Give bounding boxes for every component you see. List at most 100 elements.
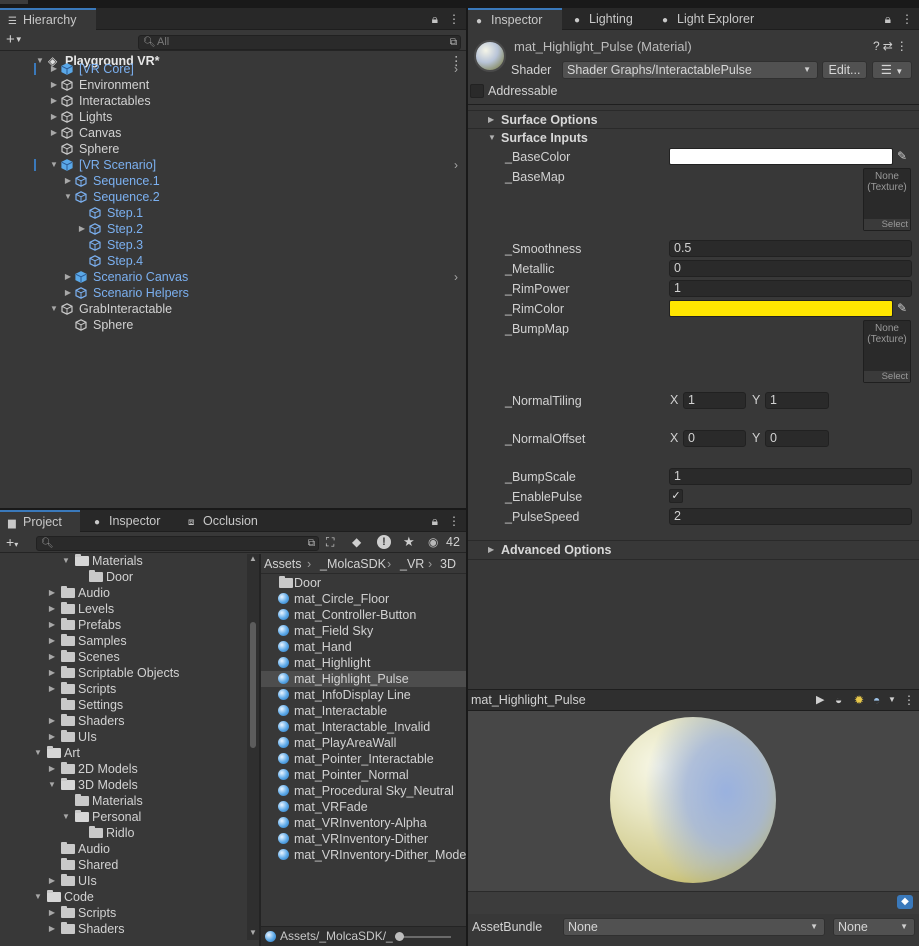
expand-arrow-icon[interactable]: ▶ [47,585,57,601]
asset-item[interactable]: mat_Highlight [261,655,466,671]
folder-tree-item[interactable]: ▼ Art [0,745,247,761]
project-search-input[interactable]: 🔍︎ ⧉ [36,536,319,551]
expand-arrow-icon[interactable]: ▶ [47,665,57,681]
edit-shader-button[interactable]: Edit... [822,61,867,79]
bump-scale-field[interactable]: 1 [669,468,912,485]
asset-item[interactable]: mat_Circle_Floor [261,591,466,607]
tab-inspector[interactable]: ● Inspector [468,8,562,30]
hierarchy-search-input[interactable]: 🔍︎ All ⧉ [138,35,461,50]
expand-arrow-icon[interactable]: ▶ [47,633,57,649]
create-add-icon[interactable]: +▼ [6,31,23,48]
expand-arrow-icon[interactable]: ▼ [61,809,71,825]
folder-tree-item[interactable]: ▼ 3D Models [0,777,247,793]
expand-arrow-icon[interactable]: ▶ [47,921,57,937]
asset-item[interactable]: mat_Pointer_Normal [261,767,466,783]
expand-arrow-icon[interactable]: ▶ [47,617,57,633]
folder-tree-item[interactable]: ▶ Prefabs [0,617,247,633]
expand-arrow-icon[interactable]: ▶ [49,125,59,141]
asset-item[interactable]: mat_Interactable_Invalid [261,719,466,735]
error-filter-icon[interactable]: ! [377,535,391,549]
expand-arrow-icon[interactable]: ▶ [77,221,87,237]
asset-folder-item[interactable]: Door [261,575,466,591]
create-add-icon[interactable]: +▾ [6,534,18,553]
expand-arrow-icon[interactable]: ▼ [33,889,43,905]
folder-tree-item[interactable]: ▶ 2D Models [0,761,247,777]
visibility-eye-icon[interactable]: ◉ [428,535,438,549]
folder-tree-item[interactable]: ▶ Shaders [0,921,247,937]
chevron-right-icon[interactable]: › [454,157,458,173]
play-icon[interactable]: ▶ [816,693,824,706]
folder-tree-item[interactable]: Materials [0,793,247,809]
normal-tiling-x-field[interactable]: 1 [683,392,746,409]
rim-power-field[interactable]: 1 [669,280,912,297]
asset-item[interactable]: mat_Pointer_Interactable [261,751,466,767]
hierarchy-item[interactable]: Sphere [0,317,466,333]
folder-tree-item[interactable]: Settings [0,697,247,713]
expand-arrow-icon[interactable]: ▶ [47,729,57,745]
folder-tree-scrollbar[interactable]: ▲ ▼ [247,554,259,940]
expand-arrow-icon[interactable]: ▼ [49,301,59,317]
asset-item[interactable]: mat_VRInventory-Alpha [261,815,466,831]
folder-tree-item[interactable]: Door [0,569,247,585]
pulse-speed-field[interactable]: 2 [669,508,912,525]
hierarchy-item[interactable]: ▶ Scenario Canvas › [0,269,466,285]
expand-arrow-icon[interactable]: ▶ [47,761,57,777]
asset-item[interactable]: mat_Controller-Button [261,607,466,623]
texture-select-button[interactable]: Select [864,219,910,230]
folder-tree-item[interactable]: Shared [0,857,247,873]
hierarchy-item[interactable]: ▶ [VR Core] › [0,61,466,77]
bump-map-texture-slot[interactable]: None (Texture) Select [863,320,911,383]
favorite-star-icon[interactable]: ★ [403,534,415,550]
asset-label-tag-icon[interactable]: ◆ [897,895,913,909]
tab-occlusion[interactable]: ⧈ Occlusion [180,510,266,532]
more-menu-icon[interactable]: ⋮ [903,693,915,707]
base-map-texture-slot[interactable]: None (Texture) Select [863,168,911,231]
addressable-checkbox[interactable] [470,84,484,98]
expand-arrow-icon[interactable]: ▶ [47,601,57,617]
asset-item[interactable]: mat_VRInventory-Dither [261,831,466,847]
material-preview-area[interactable] [468,711,919,891]
more-menu-icon[interactable]: ⋮ [448,514,460,528]
lock-icon[interactable]: 🔒︎ [432,12,438,26]
preview-header[interactable]: mat_Highlight_Pulse ▶ ◒ ✹ ◓ ▼ ⋮ [468,689,919,711]
folder-tree-item[interactable]: ▶ Scripts [0,905,247,921]
hierarchy-item[interactable]: Sphere [0,141,466,157]
scrollbar-thumb[interactable] [250,622,256,748]
expand-arrow-icon[interactable]: ▶ [63,285,73,301]
scroll-down-arrow-icon[interactable]: ▼ [249,928,257,937]
expand-arrow-icon[interactable]: ▼ [63,189,73,205]
breadcrumb-item[interactable]: Assets [264,557,302,571]
asset-item[interactable]: mat_Interactable [261,703,466,719]
hierarchy-item[interactable]: Step.1 [0,205,466,221]
normal-tiling-y-field[interactable]: 1 [765,392,829,409]
search-by-type-icon[interactable]: ⛶ [326,535,334,550]
base-color-swatch[interactable] [669,148,893,165]
expand-arrow-icon[interactable]: ▶ [47,713,57,729]
texture-select-button[interactable]: Select [864,371,910,382]
preview-light-icon[interactable]: ✹ [854,693,864,707]
asset-item[interactable]: mat_Field Sky [261,623,466,639]
folder-tree-item[interactable]: ▼ Personal [0,809,247,825]
lock-icon[interactable]: 🔒︎ [885,12,891,26]
lock-icon[interactable]: 🔒︎ [432,514,438,528]
folder-tree-item[interactable]: ▶ Scenes [0,649,247,665]
folder-tree-item[interactable]: ▶ Shaders [0,713,247,729]
breadcrumb-item[interactable]: 3D [440,557,456,571]
asset-item[interactable]: mat_VRInventory-Dither_Mode [261,847,466,863]
asset-item[interactable]: mat_Hand [261,639,466,655]
hierarchy-item[interactable]: ▶ Canvas [0,125,466,141]
normal-offset-y-field[interactable]: 0 [765,430,829,447]
advanced-options-foldout[interactable]: ▶ Advanced Options [468,540,919,558]
expand-arrow-icon[interactable]: ▶ [47,681,57,697]
more-menu-icon[interactable]: ⋮ [896,39,911,53]
slider-handle[interactable] [395,932,404,941]
hierarchy-item[interactable]: ▼ GrabInteractable [0,301,466,317]
more-menu-icon[interactable]: ⋮ [448,12,460,26]
tab-light-explorer[interactable]: ● Light Explorer [654,8,762,30]
tab-lighting[interactable]: ● Lighting [566,8,641,30]
smoothness-field[interactable]: 0.5 [669,240,912,257]
tab-hierarchy[interactable]: ☰ Hierarchy [0,8,96,30]
eyedropper-icon[interactable]: ✎ [897,149,907,163]
hierarchy-item[interactable]: ▼ Sequence.2 [0,189,466,205]
help-icon[interactable]: ? [873,39,883,53]
